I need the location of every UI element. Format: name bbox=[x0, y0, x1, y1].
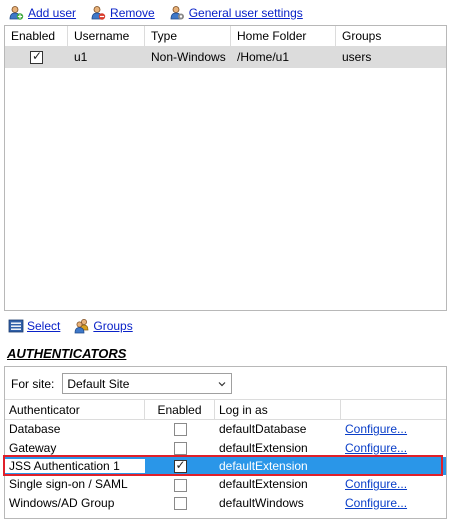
authenticator-enabled-checkbox[interactable] bbox=[173, 423, 187, 437]
authenticator-login-as: defaultExtension bbox=[219, 458, 308, 473]
user-toolbar: Add user Remove General user settings bbox=[8, 4, 317, 22]
table-row[interactable]: ✓ u1 Non-Windows /Home/u1 users bbox=[5, 47, 446, 68]
general-user-settings-label: General user settings bbox=[188, 6, 303, 20]
authenticator-name: Windows/AD Group bbox=[9, 495, 115, 510]
add-user-icon bbox=[8, 5, 24, 21]
chevron-down-icon bbox=[217, 378, 227, 388]
authenticators-grid-header: Authenticator Enabled Log in as bbox=[5, 400, 446, 420]
user-settings-icon bbox=[169, 5, 185, 21]
site-dropdown-value: Default Site bbox=[67, 376, 130, 391]
authenticator-configure-cell: Configure... bbox=[341, 477, 446, 491]
authenticator-row-database[interactable]: Database defaultDatabase Configure... bbox=[5, 420, 446, 438]
user-enabled-cell: ✓ bbox=[5, 47, 68, 68]
site-selector-row: For site: Default Site bbox=[11, 373, 233, 394]
remove-label: Remove bbox=[110, 6, 155, 20]
authenticator-enabled-checkbox[interactable] bbox=[173, 441, 187, 455]
authenticator-configure-cell: Configure... bbox=[341, 496, 446, 510]
column-header-username[interactable]: Username bbox=[68, 26, 145, 46]
authenticator-name: Database bbox=[9, 422, 61, 437]
authenticator-row-gateway[interactable]: Gateway defaultExtension Configure... bbox=[5, 438, 446, 456]
authenticator-name: Gateway bbox=[9, 440, 57, 455]
authenticator-login-as: defaultExtension bbox=[219, 440, 308, 455]
site-dropdown[interactable]: Default Site bbox=[62, 373, 233, 394]
checkmark-icon: ✓ bbox=[175, 458, 186, 473]
groups-icon bbox=[74, 318, 90, 334]
authenticator-enabled-cell bbox=[145, 440, 215, 455]
select-label: Select bbox=[27, 319, 61, 333]
add-user-button[interactable]: Add user bbox=[8, 5, 76, 21]
authenticator-login-as: defaultExtension bbox=[219, 477, 308, 492]
checkmark-icon: ✓ bbox=[31, 49, 43, 64]
authenticator-login-as: defaultWindows bbox=[219, 495, 304, 510]
configure-link[interactable]: Configure... bbox=[345, 441, 407, 455]
configure-link[interactable]: Configure... bbox=[345, 477, 407, 491]
column-header-groups[interactable]: Groups bbox=[336, 26, 446, 46]
authenticator-enabled-cell bbox=[145, 496, 215, 510]
authenticator-enabled-cell: ✓ bbox=[145, 458, 215, 474]
authenticator-row-jss-authentication[interactable]: JSS Authentication 1 ✓ defaultExtension bbox=[5, 456, 446, 476]
authenticator-enabled-cell bbox=[145, 477, 215, 492]
authenticator-name: Single sign-on / SAML bbox=[9, 477, 128, 492]
username-cell: u1 bbox=[74, 50, 88, 64]
general-user-settings-button[interactable]: General user settings bbox=[169, 5, 303, 21]
remove-user-icon bbox=[90, 5, 106, 21]
authenticators-heading: AUTHENTICATORS bbox=[7, 346, 127, 361]
column-header-log-in-as[interactable]: Log in as bbox=[215, 400, 341, 419]
groups-button[interactable]: Groups bbox=[74, 318, 133, 334]
column-header-enabled[interactable]: Enabled bbox=[5, 26, 68, 46]
authenticator-enabled-checkbox[interactable]: ✓ bbox=[173, 458, 187, 474]
column-header-configure bbox=[341, 400, 446, 419]
authenticator-row-windows-ad-group[interactable]: Windows/AD Group defaultWindows Configur… bbox=[5, 494, 446, 512]
authenticators-grid: Authenticator Enabled Log in as Database… bbox=[5, 399, 446, 512]
users-bottombar: Select Groups bbox=[8, 318, 147, 334]
authenticator-configure-cell: Configure... bbox=[341, 422, 446, 436]
authenticator-name: JSS Authentication 1 bbox=[5, 458, 145, 473]
authenticator-row-single-sign-on[interactable]: Single sign-on / SAML defaultExtension C… bbox=[5, 475, 446, 493]
column-header-type[interactable]: Type bbox=[145, 26, 231, 46]
authenticator-login-as: defaultDatabase bbox=[219, 422, 307, 437]
type-cell: Non-Windows bbox=[151, 50, 226, 64]
add-user-label: Add user bbox=[28, 6, 77, 20]
for-site-label: For site: bbox=[11, 376, 55, 391]
authenticator-enabled-checkbox[interactable] bbox=[173, 478, 187, 492]
column-header-enabled[interactable]: Enabled bbox=[145, 400, 215, 419]
configure-link[interactable]: Configure... bbox=[345, 422, 407, 436]
column-header-authenticator[interactable]: Authenticator bbox=[5, 400, 145, 419]
select-button[interactable]: Select bbox=[8, 318, 60, 334]
authenticator-enabled-cell bbox=[145, 422, 215, 437]
users-grid-header: Enabled Username Type Home Folder Groups bbox=[5, 26, 446, 47]
users-grid: Enabled Username Type Home Folder Groups… bbox=[4, 25, 447, 311]
groups-cell: users bbox=[342, 50, 372, 64]
remove-button[interactable]: Remove bbox=[90, 5, 155, 21]
authenticators-panel: For site: Default Site Authenticator Ena… bbox=[4, 366, 447, 519]
authenticator-configure-cell: Configure... bbox=[341, 441, 446, 455]
user-enabled-checkbox[interactable]: ✓ bbox=[30, 49, 43, 65]
home-folder-cell: /Home/u1 bbox=[237, 50, 290, 64]
authenticator-enabled-checkbox[interactable] bbox=[173, 496, 187, 510]
configure-link[interactable]: Configure... bbox=[345, 496, 407, 510]
column-header-home-folder[interactable]: Home Folder bbox=[231, 26, 336, 46]
select-list-icon bbox=[8, 318, 24, 334]
groups-label: Groups bbox=[93, 319, 133, 333]
